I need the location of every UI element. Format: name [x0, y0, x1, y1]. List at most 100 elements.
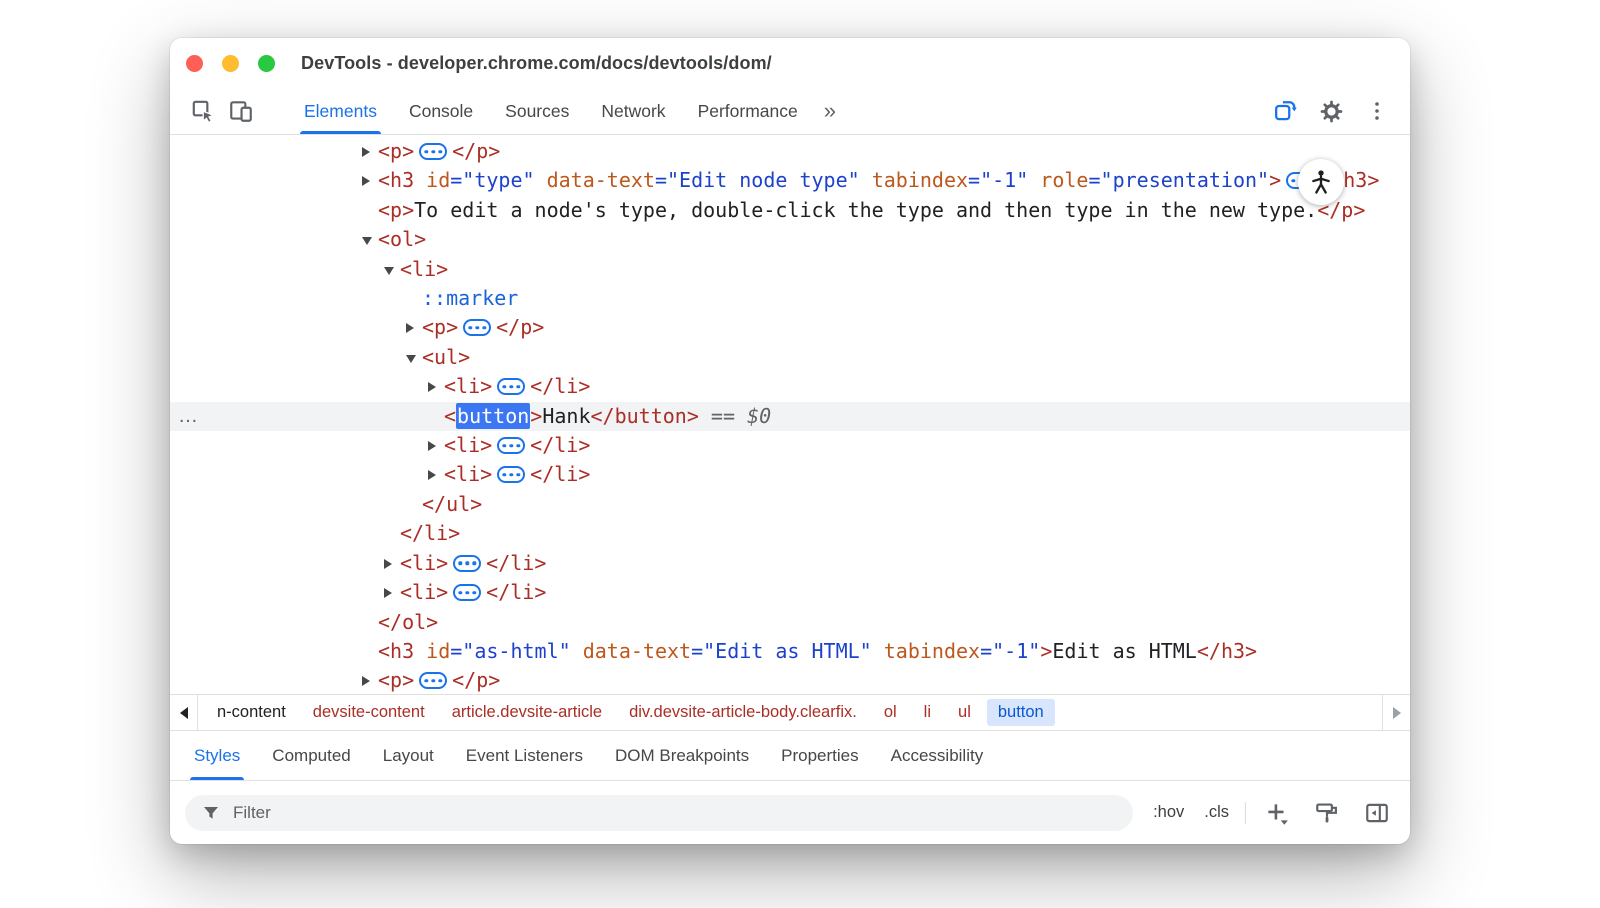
- dom-node[interactable]: <h3 id="as-html" data-text="Edit as HTML…: [170, 637, 1410, 666]
- breadcrumb-devsite-content[interactable]: devsite-content: [302, 699, 436, 726]
- breadcrumb-div-devsite-article-body-clearfix[interactable]: div.devsite-article-body.clearfix.: [618, 699, 868, 726]
- collapsed-content-icon[interactable]: [419, 672, 447, 689]
- styles-tab-layout[interactable]: Layout: [367, 731, 450, 780]
- styles-filter-bar: :hov .cls: [170, 781, 1410, 844]
- expand-arrow-icon[interactable]: [428, 441, 436, 451]
- styles-tab-dom-breakpoints[interactable]: DOM Breakpoints: [599, 731, 765, 780]
- tab-elements[interactable]: Elements: [288, 88, 393, 134]
- dom-node-selected[interactable]: …<button>Hank</button> == $0: [170, 402, 1410, 431]
- filter-input[interactable]: [185, 795, 1133, 831]
- toggle-class-button[interactable]: .cls: [1200, 801, 1233, 824]
- code-token-sel: button: [456, 403, 530, 429]
- dom-node[interactable]: <ul>: [170, 343, 1410, 372]
- tab-sources[interactable]: Sources: [489, 88, 585, 134]
- sync-button[interactable]: [1266, 98, 1304, 124]
- gear-icon: [1319, 99, 1344, 124]
- breadcrumb-n-content[interactable]: n-content: [206, 699, 297, 726]
- zoom-button[interactable]: [258, 55, 275, 72]
- dom-node[interactable]: <li></li>: [170, 372, 1410, 401]
- minimize-button[interactable]: [222, 55, 239, 72]
- page-background: DevTools - developer.chrome.com/docs/dev…: [0, 0, 1600, 908]
- dom-node[interactable]: <p>To edit a node's type, double-click t…: [170, 196, 1410, 225]
- tab-network[interactable]: Network: [585, 88, 681, 134]
- collapsed-content-icon[interactable]: [453, 584, 481, 601]
- styles-tab-computed[interactable]: Computed: [256, 731, 366, 780]
- dom-node[interactable]: <p></p>: [170, 137, 1410, 166]
- collapsed-content-icon[interactable]: [497, 437, 525, 454]
- breadcrumb-ol[interactable]: ol: [873, 699, 908, 726]
- collapse-arrow-icon[interactable]: [384, 267, 394, 275]
- dom-node[interactable]: ::marker: [170, 284, 1410, 313]
- expand-arrow-icon[interactable]: [362, 147, 370, 157]
- crumb-scroll-left-button[interactable]: [170, 695, 198, 730]
- expand-arrow-icon[interactable]: [406, 323, 414, 333]
- styles-tab-event-listeners[interactable]: Event Listeners: [450, 731, 599, 780]
- dom-node[interactable]: </li>: [170, 519, 1410, 548]
- styles-tab-styles[interactable]: Styles: [178, 731, 256, 780]
- code-token-tag: </li>: [530, 374, 590, 398]
- window-title: DevTools - developer.chrome.com/docs/dev…: [301, 53, 772, 74]
- dom-node[interactable]: <li></li>: [170, 460, 1410, 489]
- collapse-arrow-icon[interactable]: [362, 237, 372, 245]
- settings-button[interactable]: [1312, 99, 1350, 124]
- styles-tab-properties[interactable]: Properties: [765, 731, 874, 780]
- collapsed-content-icon[interactable]: [453, 555, 481, 572]
- more-tabs-button[interactable]: »: [814, 88, 846, 134]
- dom-node[interactable]: <p></p>: [170, 666, 1410, 694]
- code-token-tag: </p>: [452, 668, 500, 692]
- expand-arrow-icon[interactable]: [362, 176, 370, 186]
- device-toolbar-button[interactable]: [222, 88, 260, 134]
- code-token-tag: </li>: [530, 433, 590, 457]
- dom-node[interactable]: <li></li>: [170, 578, 1410, 607]
- styles-tab-accessibility[interactable]: Accessibility: [875, 731, 1000, 780]
- paint-roller-icon: [1314, 800, 1340, 826]
- breadcrumb-button[interactable]: button: [987, 699, 1055, 726]
- collapsed-content-icon[interactable]: [497, 378, 525, 395]
- crumb-scroll-right-button[interactable]: [1382, 695, 1410, 730]
- new-style-rule-button[interactable]: [1258, 800, 1296, 826]
- device-toolbar-icon: [228, 98, 254, 124]
- expand-arrow-icon[interactable]: [384, 588, 392, 598]
- tab-performance[interactable]: Performance: [682, 88, 814, 134]
- code-token-text: Hank: [542, 404, 590, 428]
- expand-arrow-icon[interactable]: [428, 470, 436, 480]
- breadcrumb-ul[interactable]: ul: [947, 699, 982, 726]
- tab-console[interactable]: Console: [393, 88, 489, 134]
- kebab-menu-icon: [1365, 99, 1389, 123]
- code-token-tag: </li>: [400, 521, 460, 545]
- style-filter-field[interactable]: [233, 803, 1117, 823]
- collapsed-content-icon[interactable]: [497, 466, 525, 483]
- panel-tabs: ElementsConsoleSourcesNetworkPerformance: [288, 88, 814, 134]
- expand-arrow-icon[interactable]: [428, 382, 436, 392]
- close-button[interactable]: [186, 55, 203, 72]
- collapsed-content-icon[interactable]: [463, 319, 491, 336]
- toolbar-right-controls: [1266, 88, 1400, 134]
- toggle-sidebar-button[interactable]: [1358, 800, 1396, 826]
- dom-node[interactable]: <ol>: [170, 225, 1410, 254]
- breadcrumb-li[interactable]: li: [913, 699, 942, 726]
- dom-node[interactable]: <h3 id="type" data-text="Edit node type"…: [170, 166, 1410, 195]
- code-token-pseudo: ::marker: [422, 286, 518, 310]
- dom-node[interactable]: </ul>: [170, 490, 1410, 519]
- more-options-button[interactable]: [1358, 99, 1396, 123]
- rendering-emulations-button[interactable]: [1308, 800, 1346, 826]
- dom-node[interactable]: <li>: [170, 255, 1410, 284]
- toggle-element-state-button[interactable]: :hov: [1149, 801, 1188, 824]
- code-token-tag: >: [530, 404, 542, 428]
- breadcrumb-article-devsite-article[interactable]: article.devsite-article: [441, 699, 613, 726]
- chevron-right-icon: [1393, 707, 1401, 719]
- collapse-arrow-icon[interactable]: [406, 355, 416, 363]
- dom-node[interactable]: </ol>: [170, 608, 1410, 637]
- expand-arrow-icon[interactable]: [384, 559, 392, 569]
- inspect-element-button[interactable]: [184, 88, 222, 134]
- code-token-tag: </li>: [486, 580, 546, 604]
- collapsed-content-icon[interactable]: [419, 143, 447, 160]
- node-options-icon[interactable]: …: [178, 402, 198, 431]
- code-token-tag: <p>: [378, 139, 414, 163]
- code-token-attr: id: [414, 639, 450, 663]
- dom-node[interactable]: <li></li>: [170, 431, 1410, 460]
- dom-node[interactable]: <p></p>: [170, 313, 1410, 342]
- dom-node[interactable]: <li></li>: [170, 549, 1410, 578]
- code-token-tag: </li>: [530, 462, 590, 486]
- expand-arrow-icon[interactable]: [362, 676, 370, 686]
